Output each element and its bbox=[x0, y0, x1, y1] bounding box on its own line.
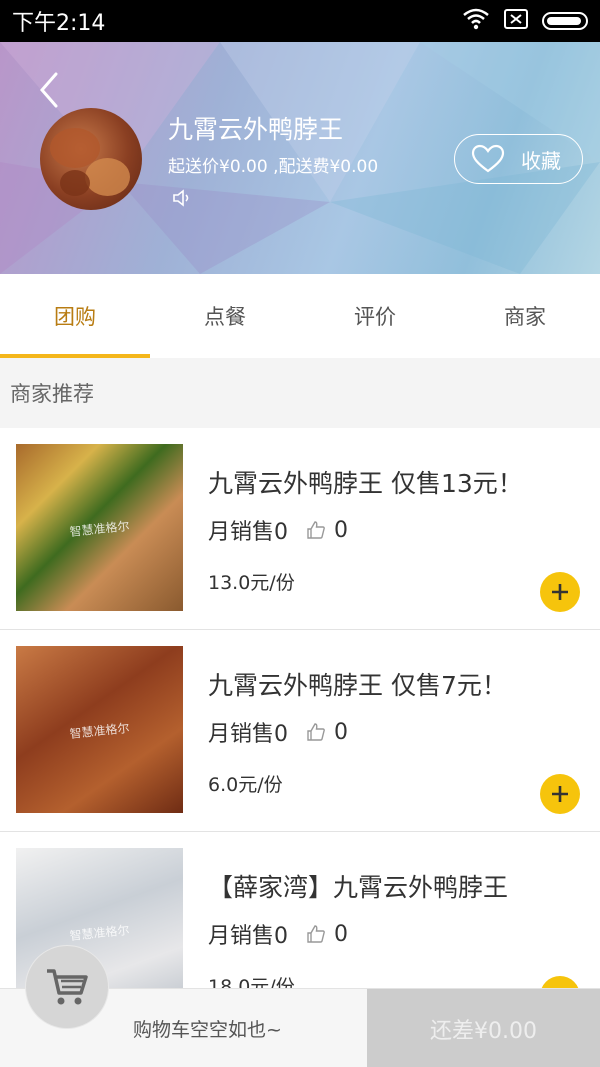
speaker-icon[interactable] bbox=[172, 188, 194, 208]
delivery-info: 起送价¥0.00 ,配送费¥0.00 bbox=[168, 157, 379, 177]
product-price: 6.0元/份 bbox=[208, 774, 283, 796]
tab-bar: 团购 点餐 评价 商家 bbox=[0, 274, 600, 358]
product-image: 智慧准格尔 bbox=[16, 444, 183, 611]
product-sales: 月销售0 0 bbox=[208, 716, 348, 748]
monthly-sales-label: 月销售0 bbox=[208, 520, 288, 545]
tab-merchant[interactable]: 商家 bbox=[450, 274, 600, 358]
product-image: 智慧准格尔 bbox=[16, 646, 183, 813]
status-bar: 下午2:14 bbox=[0, 0, 600, 42]
back-chevron-left-icon[interactable] bbox=[34, 70, 64, 110]
thumbs-up-icon bbox=[307, 723, 325, 741]
monthly-sales-label: 月销售0 bbox=[208, 722, 288, 747]
tab-order[interactable]: 点餐 bbox=[150, 274, 300, 358]
image-watermark: 智慧准格尔 bbox=[68, 518, 131, 540]
monthly-sales-label: 月销售0 bbox=[208, 924, 288, 949]
shop-header: 九霄云外鸭脖王 起送价¥0.00 ,配送费¥0.00 收藏 bbox=[0, 42, 600, 274]
product-item[interactable]: 智慧准格尔 九霄云外鸭脖王 仅售13元！ 月销售0 0 13.0元/份 bbox=[0, 428, 600, 630]
product-price: 13.0元/份 bbox=[208, 572, 295, 594]
likes-count: 0 bbox=[334, 517, 348, 543]
product-title: 九霄云外鸭脖王 仅售13元！ bbox=[208, 469, 523, 498]
checkout-button[interactable]: 还差¥0.00 bbox=[367, 989, 600, 1067]
shopping-cart-button[interactable] bbox=[26, 946, 108, 1028]
product-title: 九霄云外鸭脖王 仅售7元！ bbox=[208, 671, 507, 700]
section-title: 商家推荐 bbox=[0, 358, 600, 428]
tab-reviews[interactable]: 评价 bbox=[300, 274, 450, 358]
product-item[interactable]: 智慧准格尔 九霄云外鸭脖王 仅售7元！ 月销售0 0 6.0元/份 bbox=[0, 630, 600, 832]
favorite-label: 收藏 bbox=[521, 148, 561, 173]
wifi-icon bbox=[462, 8, 490, 34]
battery-icon bbox=[542, 12, 588, 30]
shop-name: 九霄云外鸭脖王 bbox=[168, 115, 344, 144]
checkout-label: 还差¥0.00 bbox=[430, 1018, 537, 1044]
shop-avatar bbox=[40, 108, 142, 210]
tab-group-buy[interactable]: 团购 bbox=[0, 274, 150, 358]
product-sales: 月销售0 0 bbox=[208, 918, 348, 950]
product-list: 智慧准格尔 九霄云外鸭脖王 仅售13元！ 月销售0 0 13.0元/份 智慧准格… bbox=[0, 428, 600, 1034]
heart-icon bbox=[471, 144, 505, 173]
add-to-cart-button[interactable] bbox=[540, 572, 580, 612]
image-watermark: 智慧准格尔 bbox=[68, 922, 131, 944]
image-watermark: 智慧准格尔 bbox=[68, 720, 131, 742]
add-to-cart-button[interactable] bbox=[540, 774, 580, 814]
plus-icon bbox=[552, 584, 568, 600]
thumbs-up-icon bbox=[307, 925, 325, 943]
plus-icon bbox=[552, 786, 568, 802]
cart-empty-text: 购物车空空如也~ bbox=[133, 1019, 282, 1041]
status-time: 下午2:14 bbox=[12, 11, 106, 36]
likes-count: 0 bbox=[334, 719, 348, 745]
likes-count: 0 bbox=[334, 921, 348, 947]
product-title: 【薛家湾】九霄云外鸭脖王 bbox=[208, 873, 509, 902]
sim-icon bbox=[504, 9, 528, 33]
favorite-button[interactable]: 收藏 bbox=[454, 134, 583, 184]
thumbs-up-icon bbox=[307, 521, 325, 539]
product-sales: 月销售0 0 bbox=[208, 514, 348, 546]
section-title-label: 商家推荐 bbox=[10, 382, 94, 406]
shopping-cart-icon bbox=[47, 969, 88, 1005]
